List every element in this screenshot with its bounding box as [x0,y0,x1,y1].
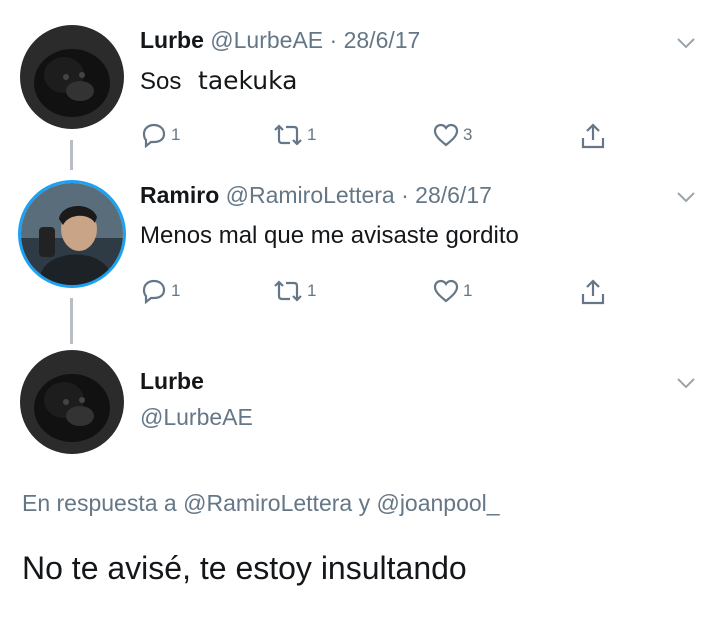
reply-icon [142,123,166,148]
like-count: 1 [463,281,473,300]
user-handle[interactable]: @LurbeAE [210,27,323,53]
user-handle[interactable]: @LurbeAE [140,404,253,430]
like-icon [433,123,459,147]
main-tweet-handle: @LurbeAE [140,404,253,431]
separator: · [329,27,338,53]
reply-context: En respuesta a @RamiroLettera y @joanpoo… [22,490,500,517]
tweet-text: Menos mal que me avisaste gordito [140,222,519,249]
tweet-text-prefix: Sos [140,68,182,95]
display-name[interactable]: Lurbe [140,368,204,394]
like-button[interactable]: 1 [432,278,472,304]
main-tweet-name: Lurbe [140,368,204,395]
display-name[interactable]: Lurbe [140,27,204,53]
like-button[interactable]: 3 [432,122,472,148]
avatar-lurbe[interactable] [20,25,124,129]
reply-button[interactable]: 1 [140,278,180,304]
main-tweet-text: No te avisé, te estoy insultando [22,550,467,586]
chevron-down-icon[interactable] [676,376,696,395]
retweet-icon [274,124,302,146]
reply-joiner: y [358,490,371,516]
chevron-down-icon[interactable] [676,36,696,55]
share-icon [581,279,605,305]
tweet-date[interactable]: 28/6/17 [344,27,421,53]
thread-line [70,140,73,170]
reply-button[interactable]: 1 [140,122,180,148]
reply-icon [142,279,166,304]
reply-count: 1 [171,125,181,144]
tweet-text-overlay: taekuka [198,66,298,95]
retweet-button[interactable]: 1 [272,278,316,304]
reply-prefix: En respuesta a [22,490,177,516]
mention-link[interactable]: @RamiroLettera [183,490,352,516]
tweet-header: Lurbe @LurbeAE · 28/6/17 [140,27,420,54]
display-name[interactable]: Ramiro [140,182,219,208]
chevron-down-icon[interactable] [676,190,696,209]
retweet-count: 1 [307,281,317,300]
separator: · [401,182,409,208]
retweet-button[interactable]: 1 [272,122,316,148]
avatar-ramiro[interactable] [18,180,126,288]
retweet-count: 1 [307,125,317,144]
thread-line [70,298,73,344]
tweet-date[interactable]: 28/6/17 [415,182,492,208]
tweet-text: Sos taekuka [140,66,297,96]
user-handle[interactable]: @RamiroLettera [226,182,395,208]
reply-count: 1 [171,281,181,300]
avatar-lurbe[interactable] [20,350,124,454]
like-count: 3 [463,125,473,144]
mention-link[interactable]: @joanpool_ [376,490,499,516]
share-button[interactable] [580,278,606,306]
retweet-icon [274,280,302,302]
tweet-actions: 1 1 3 [140,122,620,152]
tweet-header: Ramiro @RamiroLettera · 28/6/17 [140,182,492,209]
share-button[interactable] [580,122,606,150]
tweet-actions: 1 1 1 [140,278,620,308]
like-icon [433,279,459,303]
share-icon [581,123,605,149]
